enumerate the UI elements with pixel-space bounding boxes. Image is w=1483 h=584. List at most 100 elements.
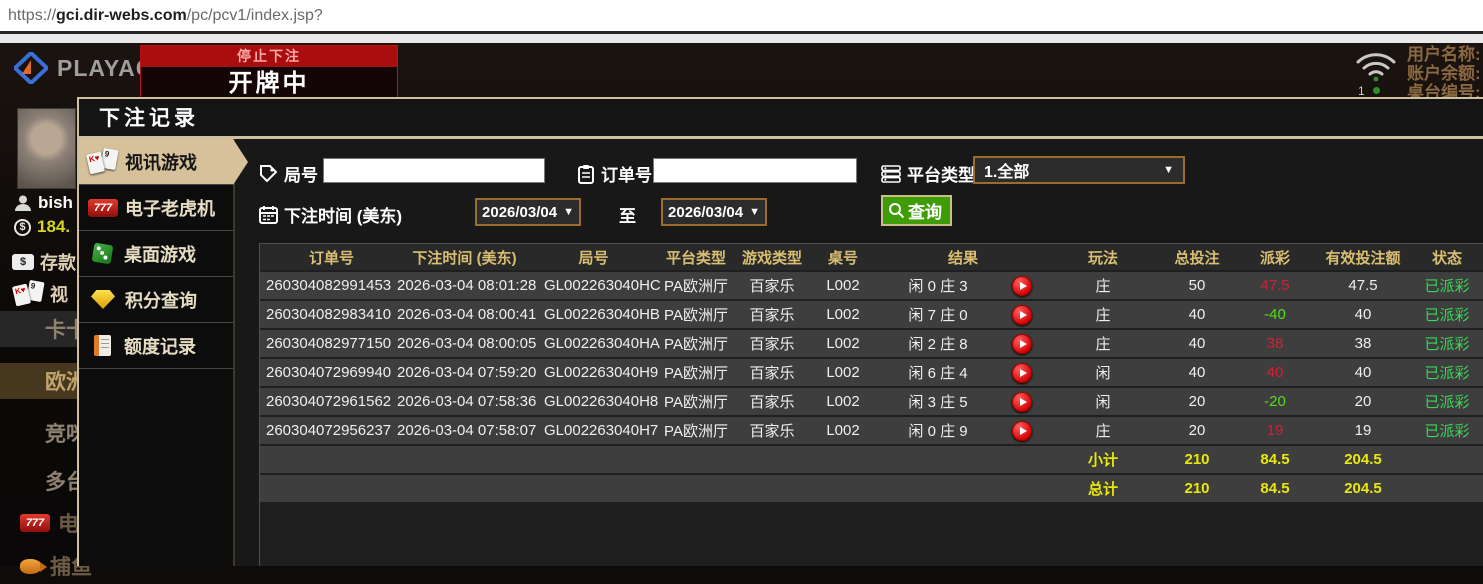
video-games-fragment: 视 [50, 285, 68, 305]
table-row: 260304072969940 2026-03-04 07:59:20 GL00… [260, 359, 1483, 386]
menu-label: 桌面游戏 [124, 244, 196, 265]
replay-button[interactable] [1012, 333, 1032, 354]
quota-document-icon [94, 335, 111, 356]
date-to-value: 2026/03/04 [668, 203, 744, 221]
cell-platform: PA欧洲厅 [664, 278, 728, 295]
game-status-box: 停止下注 开牌中 [140, 45, 398, 102]
cell-platform: PA欧洲厅 [664, 423, 728, 440]
cell-platform: PA欧洲厅 [664, 394, 728, 411]
replay-button[interactable] [1012, 362, 1032, 383]
subtotal-row: 小计 210 84.5 204.5 [260, 446, 1483, 473]
cell-status: 已派彩 [1424, 423, 1470, 440]
cell-round: GL002263040H9 [544, 364, 659, 381]
video-cards-icon: 9 K♥ [85, 147, 119, 175]
records-table: 订单号 下注时间 (美东) 局号 平台类型 游戏类型 桌号 结果 玩法 总投注 … [259, 243, 1483, 566]
menu-item-video-games[interactable]: 9 K♥ 视讯游戏 [79, 139, 248, 185]
cell-payout: 38 [1266, 335, 1284, 352]
browser-address-bar[interactable]: https://gci.dir-webs.com/pc/pcv1/index.j… [0, 0, 1483, 31]
cell-time: 2026-03-04 08:00:41 [397, 306, 537, 323]
calendar-icon [259, 206, 278, 224]
round-number-input[interactable] [323, 158, 545, 183]
header-time: 下注时间 (美东) [412, 249, 517, 267]
cell-table: L002 [826, 335, 860, 352]
tag-icon [260, 165, 278, 183]
cell-game: 百家乐 [749, 336, 795, 353]
menu-item-points[interactable]: 积分查询 [79, 277, 233, 323]
round-field-label: 局号 [259, 161, 318, 186]
menu-item-slots[interactable]: 777 电子老虎机 [79, 185, 233, 231]
url-path: /pc/pcv1/index.jsp? [186, 6, 323, 24]
cell-result: 闲 0 庄 3 [908, 278, 968, 295]
cell-status: 已派彩 [1424, 307, 1470, 324]
cell-playtype: 闲 [1095, 365, 1111, 382]
chevron-down-icon: ▼ [749, 206, 760, 218]
cell-payout: 19 [1266, 422, 1284, 439]
total-bet: 210 [1184, 480, 1210, 497]
menu-item-table-games[interactable]: 桌面游戏 [79, 231, 233, 277]
slot-777-icon: 777 [88, 198, 118, 217]
deposit-row[interactable]: $ 存款 [12, 249, 76, 275]
table-body: 260304082991453 2026-03-04 08:01:28 GL00… [260, 272, 1483, 444]
cell-status: 已派彩 [1424, 365, 1470, 382]
playace-logo-icon [14, 52, 48, 84]
cell-time: 2026-03-04 08:01:28 [397, 277, 537, 294]
date-from-value: 2026/03/04 [482, 203, 558, 221]
header-platform: 平台类型 [665, 249, 726, 267]
cell-payout: 40 [1266, 364, 1284, 381]
header-table: 桌号 [827, 249, 858, 267]
header-payout: 派彩 [1259, 249, 1290, 267]
cell-round: GL002263040HB [544, 306, 660, 323]
date-to-select[interactable]: 2026/03/04 ▼ [661, 198, 767, 226]
cell-valid: 40 [1354, 364, 1372, 381]
cell-table: L002 [826, 422, 860, 439]
points-diamond-icon [91, 290, 115, 309]
cell-bet: 40 [1188, 364, 1206, 381]
order-number-input[interactable] [653, 158, 857, 183]
menu-label: 积分查询 [125, 290, 197, 311]
video-games-row[interactable]: 9 K♥ 视 [11, 279, 68, 307]
cell-result: 闲 2 庄 8 [908, 336, 968, 353]
cell-round: GL002263040H7 [544, 422, 659, 439]
subtotal-valid: 204.5 [1344, 451, 1382, 468]
cell-game: 百家乐 [749, 278, 795, 295]
cell-order: 260304082977150 [266, 335, 392, 352]
cell-order: 260304072956237 [266, 422, 392, 439]
cell-result: 闲 0 庄 9 [908, 423, 968, 440]
replay-button[interactable] [1012, 275, 1032, 296]
cell-table: L002 [826, 364, 860, 381]
cell-status: 已派彩 [1424, 336, 1470, 353]
menu-item-quota[interactable]: 额度记录 [79, 323, 233, 369]
total-valid: 204.5 [1344, 480, 1382, 497]
cell-game: 百家乐 [749, 394, 795, 411]
platform-field-label: 平台类型 [881, 161, 975, 186]
cell-order: 260304072969940 [266, 364, 392, 381]
slot-777-icon: 777 [20, 514, 50, 532]
replay-button[interactable] [1012, 391, 1032, 412]
platform-type-select[interactable]: 1.全部 ▼ [973, 156, 1185, 184]
chevron-down-icon: ▼ [1163, 164, 1174, 176]
header-bet: 总投注 [1174, 249, 1220, 267]
table-games-icon [91, 242, 114, 265]
replay-button[interactable] [1012, 304, 1032, 325]
subtotal-payout: 84.5 [1260, 451, 1290, 468]
cell-status: 已派彩 [1424, 278, 1470, 295]
table-row: 260304072961562 2026-03-04 07:58:36 GL00… [260, 388, 1483, 415]
stream-1-label: 1 [1358, 83, 1365, 98]
cell-order: 260304082983410 [266, 306, 392, 323]
cell-platform: PA欧洲厅 [664, 307, 728, 324]
chevron-down-icon: ▼ [563, 206, 574, 218]
search-button[interactable]: 查询 [881, 195, 952, 226]
stream-1-dot [1372, 87, 1380, 94]
cell-bet: 40 [1188, 335, 1206, 352]
date-from-select[interactable]: 2026/03/04 ▼ [475, 198, 581, 226]
header-order: 订单号 [308, 249, 354, 267]
cell-time: 2026-03-04 08:00:05 [397, 335, 537, 352]
menu-label: 电子老虎机 [125, 198, 215, 219]
cell-game: 百家乐 [749, 365, 795, 382]
cell-playtype: 庄 [1095, 307, 1111, 324]
user-name-row: bish [14, 193, 73, 213]
total-label: 总计 [1087, 481, 1118, 498]
cell-valid: 19 [1354, 422, 1372, 439]
cell-table: L002 [826, 306, 860, 323]
replay-button[interactable] [1012, 420, 1032, 441]
